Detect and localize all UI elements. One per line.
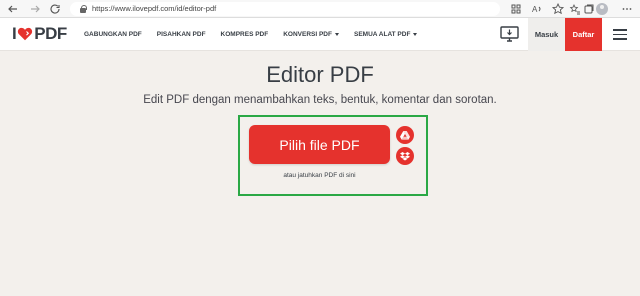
site-header: I PDF GABUNGKAN PDF PISAHKAN PDF KOMPRES… bbox=[0, 18, 640, 51]
dropbox-icon bbox=[400, 151, 410, 160]
page-title: Editor PDF bbox=[266, 62, 374, 87]
profile-icon[interactable] bbox=[596, 3, 608, 15]
read-aloud-icon[interactable]: A bbox=[530, 2, 544, 16]
favorites-bar-icon[interactable] bbox=[568, 2, 582, 16]
heart-icon bbox=[18, 27, 33, 41]
drop-hint: atau jatuhkan PDF di sini bbox=[283, 172, 356, 179]
svg-text:A: A bbox=[532, 5, 538, 14]
login-label: Masuk bbox=[534, 30, 559, 39]
lock-icon bbox=[80, 5, 87, 13]
login-button[interactable]: Masuk bbox=[528, 18, 565, 51]
back-icon[interactable] bbox=[6, 2, 20, 16]
menu-item-label: GABUNGKAN PDF bbox=[84, 31, 142, 38]
signup-button[interactable]: Daftar bbox=[565, 18, 602, 51]
url-text: https://www.ilovepdf.com/id/editor-pdf bbox=[92, 4, 217, 13]
page-subtitle: Edit PDF dengan menambahkan teks, bentuk… bbox=[143, 94, 497, 106]
select-pdf-label: Pilih file PDF bbox=[279, 136, 360, 153]
signup-label: Daftar bbox=[572, 30, 595, 39]
more-icon[interactable] bbox=[620, 2, 634, 16]
main-menu: GABUNGKAN PDF PISAHKAN PDF KOMPRES PDF K… bbox=[84, 18, 418, 51]
browser-toolbar: https://www.ilovepdf.com/id/editor-pdf A bbox=[0, 0, 640, 18]
dropbox-button[interactable] bbox=[396, 147, 414, 165]
address-bar[interactable]: https://www.ilovepdf.com/id/editor-pdf bbox=[70, 2, 500, 16]
google-drive-icon bbox=[400, 130, 410, 140]
menu-item-kompres[interactable]: KOMPRES PDF bbox=[221, 31, 269, 38]
caret-down-icon bbox=[334, 33, 339, 36]
apps-icon[interactable] bbox=[509, 2, 523, 16]
caret-down-icon bbox=[413, 33, 418, 36]
menu-item-konversi[interactable]: KONVERSI PDF bbox=[283, 31, 339, 38]
menu-item-gabungkan[interactable]: GABUNGKAN PDF bbox=[84, 31, 142, 38]
favorites-icon[interactable] bbox=[551, 2, 565, 16]
menu-item-label: KOMPRES PDF bbox=[220, 31, 269, 38]
menu-item-label: SEMUA ALAT PDF bbox=[353, 31, 411, 38]
forward-icon[interactable] bbox=[28, 2, 42, 16]
ilovepdf-logo[interactable]: I PDF bbox=[12, 25, 67, 43]
hamburger-menu-icon[interactable] bbox=[613, 29, 627, 40]
logo-prefix: I bbox=[12, 24, 17, 43]
collections-icon[interactable] bbox=[582, 2, 596, 16]
logo-suffix: PDF bbox=[34, 24, 67, 43]
select-pdf-button[interactable]: Pilih file PDF bbox=[249, 125, 390, 164]
desktop-app-icon[interactable] bbox=[500, 26, 519, 43]
refresh-icon[interactable] bbox=[48, 2, 62, 16]
menu-item-label: PISAHKAN PDF bbox=[156, 31, 206, 38]
google-drive-button[interactable] bbox=[396, 126, 414, 144]
menu-item-semua-alat[interactable]: SEMUA ALAT PDF bbox=[353, 31, 418, 38]
menu-item-label: KONVERSI PDF bbox=[283, 31, 332, 38]
menu-item-pisahkan[interactable]: PISAHKAN PDF bbox=[157, 31, 206, 38]
